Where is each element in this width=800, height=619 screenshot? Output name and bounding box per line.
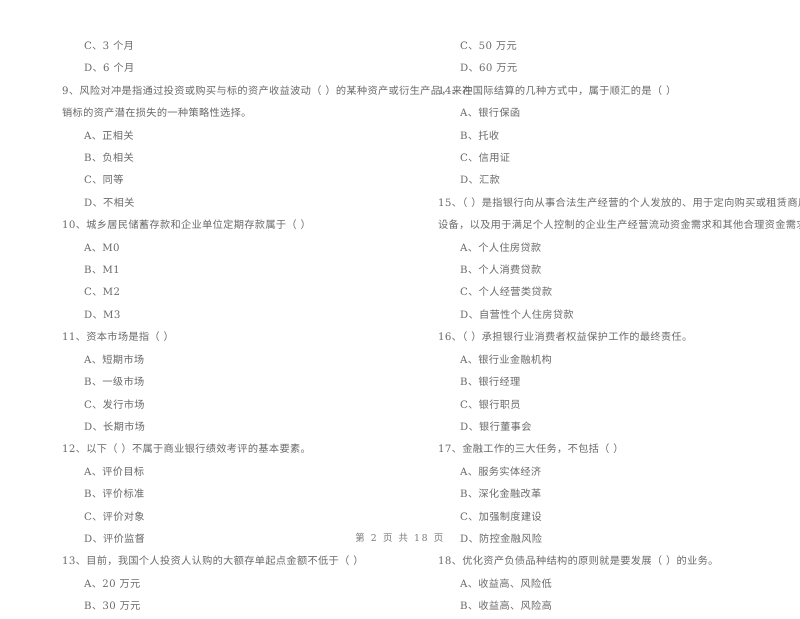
answer-option: D、长期市场 [84,421,146,433]
answer-option: C、信用证 [460,153,511,165]
question-text-continuation: 销标的资产潜在损失的一种策略性选择。 [62,108,252,120]
answer-option: B、负相关 [84,153,134,165]
answer-option: A、评价目标 [84,466,145,478]
answer-option: B、M1 [84,265,120,277]
answer-option: A、银行业金融机构 [460,354,553,366]
answer-option: C、同等 [84,175,124,187]
question-text: 18、优化资产负债品种结构的原则就是要发展（ ）的业务。 [438,556,719,568]
answer-option: D、汇款 [460,175,501,187]
answer-option: D、不相关 [84,197,135,209]
answer-option: A、20 万元 [84,578,141,590]
question-text: 10、城乡居民储蓄存款和企业单位定期存款属于（ ） [62,220,312,232]
answer-option: C、3 个月 [84,41,135,52]
answer-option: C、发行市场 [84,399,145,411]
question-text: 12、以下（ ）不属于商业银行绩效考评的基本要素。 [62,444,312,456]
answer-option: D、M3 [84,309,121,321]
answer-option: C、加强制度建设 [460,511,542,523]
answer-option: B、收益高、风险高 [460,601,553,613]
answer-option: A、个人住房贷款 [460,242,542,254]
page-footer: 第 2 页 共 18 页 [355,533,445,544]
answer-option: C、个人经营类贷款 [460,287,553,299]
question-text-continuation: 设备，以及用于满足个人控制的企业生产经营流动资金需求和其他合理资金需求的贷款。 [438,220,800,232]
question-text: 16、（ ）承担银行业消费者权益保护工作的最终责任。 [438,332,693,344]
answer-option: B、一级市场 [84,377,145,389]
answer-option: B、评价标准 [84,489,145,501]
answer-option: A、收益高、风险低 [460,578,553,590]
answer-option: D、6 个月 [84,63,135,75]
question-text: 17、金融工作的三大任务，不包括（ ） [438,444,624,456]
answer-option: D、自营性个人住房贷款 [460,309,574,321]
answer-option: A、M0 [84,242,120,254]
answer-option: A、服务实体经济 [460,466,542,478]
answer-option: B、深化金融改革 [460,489,542,501]
answer-option: D、银行董事会 [460,421,532,433]
answer-option: B、个人消费贷款 [460,265,542,277]
answer-option: A、短期市场 [84,354,145,366]
answer-option: C、银行职员 [460,399,521,411]
answer-option: C、M2 [84,287,121,299]
exam-page: C、3 个月 D、6 个月 9、风险对冲是指通过投资或购买与标的资产收益波动（ ）的… [0,0,800,612]
question-text: 11、资本市场是指（ ） [62,332,175,344]
answer-option: A、银行保函 [460,108,521,120]
question-text: 9、风险对冲是指通过投资或购买与标的资产收益波动（ ）的某种资产或衍生产品，来冲 [62,85,473,97]
question-text: 13、目前，我国个人投资人认购的大额存单起点金额不低于（ ） [62,556,364,568]
answer-option: B、银行经理 [460,377,521,389]
answer-option: A、正相关 [84,130,134,142]
answer-option: C、评价对象 [84,511,145,523]
answer-option: C、50 万元 [460,41,518,52]
question-text: 15、（ ）是指银行向从事合法生产经营的个人发放的、用于定向购买或租赁商用房、机… [438,197,800,209]
answer-option: D、60 万元 [460,63,518,75]
answer-option: B、30 万元 [84,601,141,613]
answer-option: B、托收 [460,130,500,142]
question-text: 14、在国际结算的几种方式中，属于顺汇的是（ ） [438,85,677,97]
